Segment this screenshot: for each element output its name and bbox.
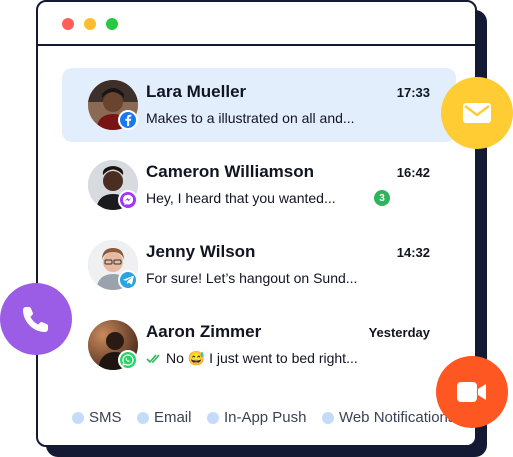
- envelope-icon: [463, 103, 491, 123]
- channel-email: Email: [136, 409, 192, 426]
- facebook-icon: [118, 110, 138, 130]
- channel-in-app-push: In-App Push: [206, 409, 307, 426]
- contact-name: Lara Mueller: [146, 82, 247, 101]
- conversation-row[interactable]: Cameron Williamson 16:42 Hey, I heard th…: [62, 148, 456, 222]
- channel-list: SMS Email In-App Push Web Notifications: [72, 409, 466, 429]
- channel-label: Email: [153, 409, 192, 426]
- close-window-button[interactable]: [62, 18, 74, 30]
- minimize-window-button[interactable]: [84, 18, 96, 30]
- contact-name: Aaron Zimmer: [146, 322, 262, 341]
- maximize-window-button[interactable]: [106, 18, 118, 30]
- message-preview-with-status: No 😅 I just went to bed right...: [146, 350, 358, 367]
- message-preview: No 😅 I just went to bed right...: [166, 350, 358, 366]
- channel-web-notifications: Web Notifications: [321, 409, 456, 426]
- unread-count-badge: 3: [374, 190, 390, 206]
- message-time: 17:33: [396, 85, 430, 100]
- message-time: 16:42: [396, 165, 430, 180]
- message-preview: Hey, I heard that you wanted...: [146, 190, 336, 206]
- channel-label: Web Notifications: [338, 409, 456, 426]
- message-time: Yesterday: [368, 325, 430, 340]
- conversation-row[interactable]: Jenny Wilson 14:32 For sure! Let’s hango…: [62, 228, 456, 302]
- phone-icon: [23, 307, 48, 332]
- channel-sms: SMS: [72, 409, 122, 426]
- conversation-row[interactable]: Lara Mueller 17:33 Makes to a illustrate…: [62, 68, 456, 142]
- double-check-icon: [146, 351, 162, 367]
- chat-window: Lara Mueller 17:33 Makes to a illustrate…: [36, 0, 477, 447]
- video-call-button[interactable]: [436, 356, 508, 428]
- whatsapp-icon: [118, 350, 138, 370]
- conversation-row[interactable]: Aaron Zimmer Yesterday No 😅 I just went …: [62, 308, 456, 382]
- contact-name: Cameron Williamson: [146, 162, 314, 181]
- message-preview: For sure! Let’s hangout on Sund...: [146, 270, 358, 286]
- message-time: 14:32: [396, 245, 430, 260]
- messenger-icon: [118, 190, 138, 210]
- contact-name: Jenny Wilson: [146, 242, 256, 261]
- channel-label: SMS: [89, 409, 122, 426]
- video-camera-icon: [457, 382, 486, 402]
- call-button[interactable]: [0, 283, 72, 355]
- channel-label: In-App Push: [223, 409, 307, 426]
- email-button[interactable]: [441, 77, 513, 149]
- telegram-icon: [118, 270, 138, 290]
- message-preview: Makes to a illustrated on all and...: [146, 110, 355, 126]
- title-bar: [38, 2, 475, 46]
